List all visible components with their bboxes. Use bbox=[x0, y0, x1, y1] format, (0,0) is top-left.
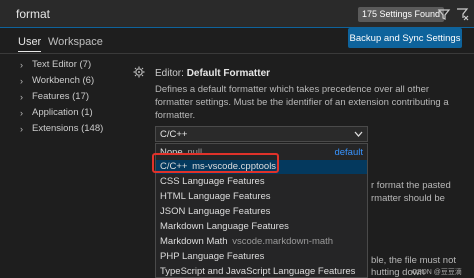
option-css[interactable]: CSS Language Features bbox=[156, 175, 367, 189]
option-label: CSS Language Features bbox=[160, 176, 265, 187]
toc-item-application[interactable]: › Application (1) bbox=[0, 106, 130, 120]
chevron-right-icon: › bbox=[20, 60, 23, 70]
option-html[interactable]: HTML Language Features bbox=[156, 190, 367, 204]
toc-item-label: Text Editor (7) bbox=[32, 59, 92, 70]
toc-item-label: Features (17) bbox=[32, 91, 90, 102]
option-label: JSON Language Features bbox=[160, 206, 271, 217]
option-label: PHP Language Features bbox=[160, 251, 265, 262]
tab-user[interactable]: User bbox=[18, 34, 42, 52]
results-count-badge: 175 Settings Found bbox=[358, 7, 445, 22]
toc-item-workbench[interactable]: › Workbench (6) bbox=[0, 74, 130, 88]
highlight-annotation bbox=[152, 153, 279, 173]
option-label: Markdown Math bbox=[160, 236, 228, 247]
select-value: C/C++ bbox=[160, 129, 188, 140]
toc-item-label: Workbench (6) bbox=[32, 75, 95, 86]
search-input[interactable]: format bbox=[16, 7, 50, 21]
option-markdown-math[interactable]: Markdown Math vscode.markdown-math bbox=[156, 235, 367, 249]
chevron-right-icon: › bbox=[20, 92, 23, 102]
toc-item-text-editor[interactable]: › Text Editor (7) bbox=[0, 58, 130, 72]
watermark: CSDN @豆豆滴 bbox=[412, 269, 462, 276]
toc-item-label: Extensions (148) bbox=[32, 123, 104, 134]
setting-name: Default Formatter bbox=[186, 68, 271, 79]
filter-icon[interactable] bbox=[437, 6, 451, 22]
setting-description: Defines a default formatter which takes … bbox=[155, 84, 449, 121]
gear-icon[interactable] bbox=[133, 66, 145, 78]
chevron-right-icon: › bbox=[20, 124, 23, 134]
default-tag: default bbox=[334, 147, 363, 158]
toc-item-features[interactable]: › Features (17) bbox=[0, 90, 130, 104]
clear-filter-icon[interactable] bbox=[455, 6, 469, 22]
background-setting-text: rmatter should be bbox=[371, 193, 445, 204]
option-markdown[interactable]: Markdown Language Features bbox=[156, 220, 367, 234]
option-php[interactable]: PHP Language Features bbox=[156, 250, 367, 264]
background-setting-text: ble, the file must not bbox=[371, 255, 457, 266]
tabs-divider bbox=[0, 53, 474, 54]
option-json[interactable]: JSON Language Features bbox=[156, 205, 367, 219]
default-formatter-select[interactable]: C/C++ bbox=[155, 126, 368, 142]
background-setting-text: r format the pasted bbox=[371, 180, 451, 191]
option-label: Markdown Language Features bbox=[160, 221, 289, 232]
setting-category: Editor: bbox=[155, 68, 184, 79]
settings-search-bar[interactable]: format 175 Settings Found bbox=[0, 0, 474, 28]
option-label: HTML Language Features bbox=[160, 191, 271, 202]
option-label: TypeScript and JavaScript Language Featu… bbox=[160, 266, 356, 277]
backup-and-sync-button[interactable]: Backup and Sync Settings bbox=[348, 28, 462, 48]
setting-title: Editor: Default Formatter bbox=[155, 68, 270, 79]
option-typescript[interactable]: TypeScript and JavaScript Language Featu… bbox=[156, 265, 367, 278]
chevron-down-icon bbox=[354, 131, 363, 137]
tab-workspace[interactable]: Workspace bbox=[48, 34, 103, 52]
option-description: vscode.markdown-math bbox=[232, 236, 334, 247]
toc-item-extensions[interactable]: › Extensions (148) bbox=[0, 122, 130, 136]
chevron-right-icon: › bbox=[20, 108, 23, 118]
toc-item-label: Application (1) bbox=[32, 107, 93, 118]
chevron-right-icon: › bbox=[20, 76, 23, 86]
